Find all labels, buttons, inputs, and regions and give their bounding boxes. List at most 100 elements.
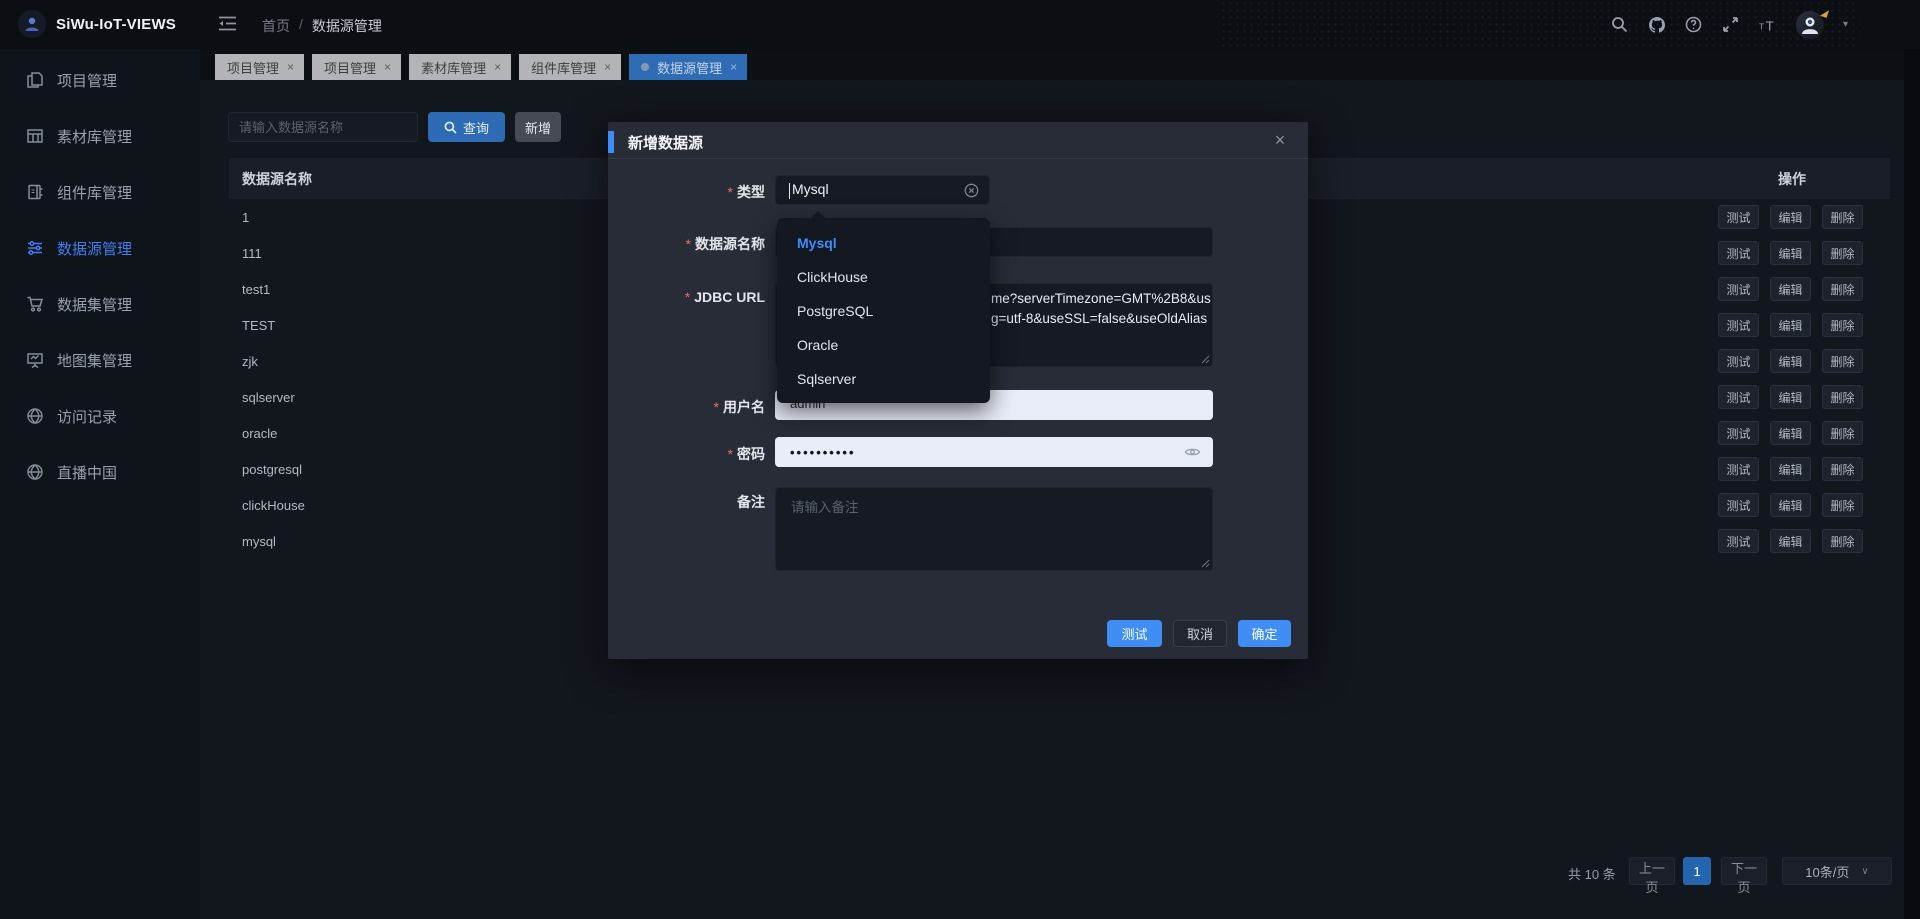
edit-button[interactable]: 编辑 [1770, 277, 1811, 301]
dialog-title: 新增数据源 [628, 132, 703, 153]
edit-button[interactable]: 编辑 [1770, 493, 1811, 517]
test-button[interactable]: 测试 [1718, 493, 1759, 517]
delete-button[interactable]: 删除 [1822, 313, 1863, 337]
datasource-name: clickHouse [242, 487, 305, 523]
tab-component-mgmt[interactable]: 组件库管理 × [519, 54, 621, 80]
help-icon[interactable] [1685, 16, 1703, 34]
delete-button[interactable]: 删除 [1822, 493, 1863, 517]
prev-page-button[interactable]: 上一页 [1629, 857, 1675, 885]
test-button[interactable]: 测试 [1718, 241, 1759, 265]
close-icon[interactable]: × [287, 60, 294, 74]
sidebar-item-label: 项目管理 [57, 70, 117, 91]
close-icon[interactable]: × [604, 60, 611, 74]
close-icon[interactable]: × [384, 60, 391, 74]
dialog-confirm-button[interactable]: 确定 [1238, 620, 1291, 647]
datasource-name: 1 [242, 199, 249, 235]
sidebar-item-atlas-mgmt[interactable]: 地图集管理 [0, 332, 200, 388]
close-icon[interactable]: × [494, 60, 501, 74]
sliders-icon [26, 239, 44, 257]
sidebar-item-component-mgmt[interactable]: 组件库管理 [0, 164, 200, 220]
row-actions: 测试 编辑 删除 [1718, 421, 1863, 445]
search-input[interactable] [228, 112, 418, 142]
search-icon[interactable] [1611, 16, 1629, 34]
query-button[interactable]: 查询 [428, 112, 505, 142]
test-button[interactable]: 测试 [1718, 313, 1759, 337]
next-page-button[interactable]: 下一页 [1721, 857, 1767, 885]
scrollbar-track[interactable] [1904, 49, 1920, 919]
type-select-input[interactable]: Mysql [775, 175, 990, 205]
sidebar-item-live-china[interactable]: 直播中国 [0, 444, 200, 500]
delete-button[interactable]: 删除 [1822, 205, 1863, 229]
add-button[interactable]: 新增 [515, 112, 561, 142]
tab-label: 组件库管理 [531, 58, 596, 77]
eye-icon[interactable] [1184, 444, 1201, 460]
github-icon[interactable] [1648, 16, 1666, 34]
test-button[interactable]: 测试 [1718, 277, 1759, 301]
edit-button[interactable]: 编辑 [1770, 205, 1811, 229]
sidebar-fold-icon[interactable] [218, 15, 237, 32]
edit-button[interactable]: 编辑 [1770, 349, 1811, 373]
option-postgresql[interactable]: PostgreSQL [777, 294, 990, 328]
clear-icon[interactable] [964, 183, 979, 198]
close-icon[interactable]: × [1268, 128, 1292, 152]
option-sqlserver[interactable]: Sqlserver [777, 362, 990, 396]
delete-button[interactable]: 删除 [1822, 277, 1863, 301]
delete-button[interactable]: 删除 [1822, 421, 1863, 445]
jdbc-label: *JDBC URL [618, 289, 765, 305]
test-button[interactable]: 测试 [1718, 457, 1759, 481]
page-size-select[interactable]: 10条/页 ∨ [1782, 857, 1892, 885]
resize-handle[interactable] [1201, 355, 1210, 364]
tab-label: 数据源管理 [657, 58, 722, 77]
dialog-test-button[interactable]: 测试 [1107, 620, 1162, 647]
edit-button[interactable]: 编辑 [1770, 457, 1811, 481]
type-label: *类型 [618, 182, 765, 202]
pagination-total: 共 10 条 [1568, 864, 1616, 883]
password-input[interactable]: •••••••••• [775, 437, 1213, 467]
required-mark: * [685, 289, 690, 305]
delete-button[interactable]: 删除 [1822, 385, 1863, 409]
sidebar-item-access-log[interactable]: 访问记录 [0, 388, 200, 444]
tab-material-mgmt[interactable]: 素材库管理 × [409, 54, 511, 80]
breadcrumb-home[interactable]: 首页 [262, 16, 290, 36]
svg-text:T: T [1766, 18, 1774, 32]
tab-project-mgmt-1[interactable]: 项目管理 × [215, 54, 304, 80]
chevron-down-icon[interactable]: ▾ [1843, 19, 1848, 30]
option-mysql[interactable]: Mysql [777, 226, 990, 260]
sidebar-item-material-mgmt[interactable]: 素材库管理 [0, 108, 200, 164]
edit-button[interactable]: 编辑 [1770, 421, 1811, 445]
dropdown-options: Mysql ClickHouse PostgreSQL Oracle Sqlse… [777, 226, 990, 396]
test-button[interactable]: 测试 [1718, 529, 1759, 553]
fullscreen-icon[interactable] [1722, 16, 1740, 34]
sidebar-item-datasource-mgmt[interactable]: 数据源管理 [0, 220, 200, 276]
test-button[interactable]: 测试 [1718, 349, 1759, 373]
type-value: Mysql [792, 181, 829, 197]
edit-button[interactable]: 编辑 [1770, 241, 1811, 265]
tab-project-mgmt-2[interactable]: 项目管理 × [312, 54, 401, 80]
delete-button[interactable]: 删除 [1822, 241, 1863, 265]
font-size-icon[interactable]: T T [1759, 16, 1777, 34]
edit-button[interactable]: 编辑 [1770, 313, 1811, 337]
option-oracle[interactable]: Oracle [777, 328, 990, 362]
close-icon[interactable]: × [730, 60, 737, 74]
active-tab-dot [641, 63, 649, 71]
delete-button[interactable]: 删除 [1822, 457, 1863, 481]
option-clickhouse[interactable]: ClickHouse [777, 260, 990, 294]
top-bar: SiWu-IoT-VIEWS 首页 / 数据源管理 [0, 0, 1920, 49]
delete-button[interactable]: 删除 [1822, 349, 1863, 373]
sidebar-item-project-mgmt[interactable]: 项目管理 [0, 52, 200, 108]
user-avatar[interactable] [1796, 11, 1824, 39]
resize-handle[interactable] [1201, 559, 1210, 568]
dialog-cancel-button[interactable]: 取消 [1173, 620, 1227, 647]
sidebar-item-dataset-mgmt[interactable]: 数据集管理 [0, 276, 200, 332]
datasource-name: 111 [242, 235, 262, 271]
tab-datasource-mgmt[interactable]: 数据源管理 × [629, 54, 747, 80]
sidebar-item-label: 地图集管理 [57, 350, 132, 371]
remark-textarea[interactable]: 请输入备注 [775, 487, 1213, 571]
test-button[interactable]: 测试 [1718, 205, 1759, 229]
edit-button[interactable]: 编辑 [1770, 385, 1811, 409]
test-button[interactable]: 测试 [1718, 421, 1759, 445]
current-page[interactable]: 1 [1683, 857, 1711, 885]
delete-button[interactable]: 删除 [1822, 529, 1863, 553]
edit-button[interactable]: 编辑 [1770, 529, 1811, 553]
test-button[interactable]: 测试 [1718, 385, 1759, 409]
